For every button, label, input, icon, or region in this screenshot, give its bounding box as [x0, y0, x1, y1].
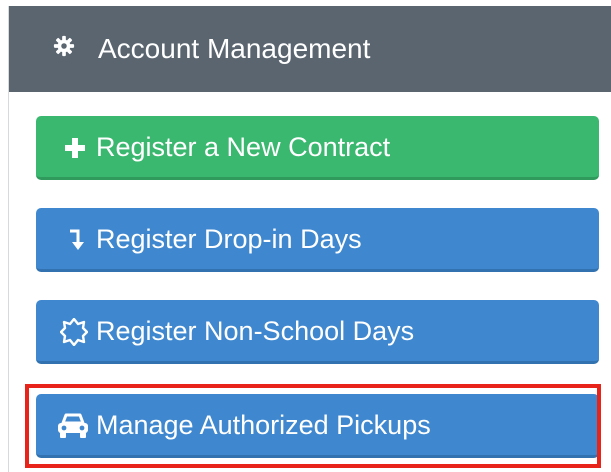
register-non-school-days-label: Register Non-School Days — [96, 316, 415, 346]
register-new-contract-label: Register a New Contract — [96, 132, 391, 162]
plus-icon — [64, 116, 86, 180]
sun-outline-icon — [60, 300, 88, 364]
register-drop-in-days-label: Register Drop-in Days — [96, 224, 362, 254]
panel-header: Account Management — [9, 6, 611, 92]
arrow-down-turn-icon — [68, 208, 84, 272]
highlight-box — [25, 384, 601, 468]
gear-icon — [53, 35, 75, 57]
register-non-school-days-button[interactable]: Register Non-School Days — [36, 300, 599, 364]
register-drop-in-days-button[interactable]: Register Drop-in Days — [36, 208, 599, 272]
panel-title: Account Management — [98, 33, 371, 64]
register-new-contract-button[interactable]: Register a New Contract — [36, 116, 599, 180]
